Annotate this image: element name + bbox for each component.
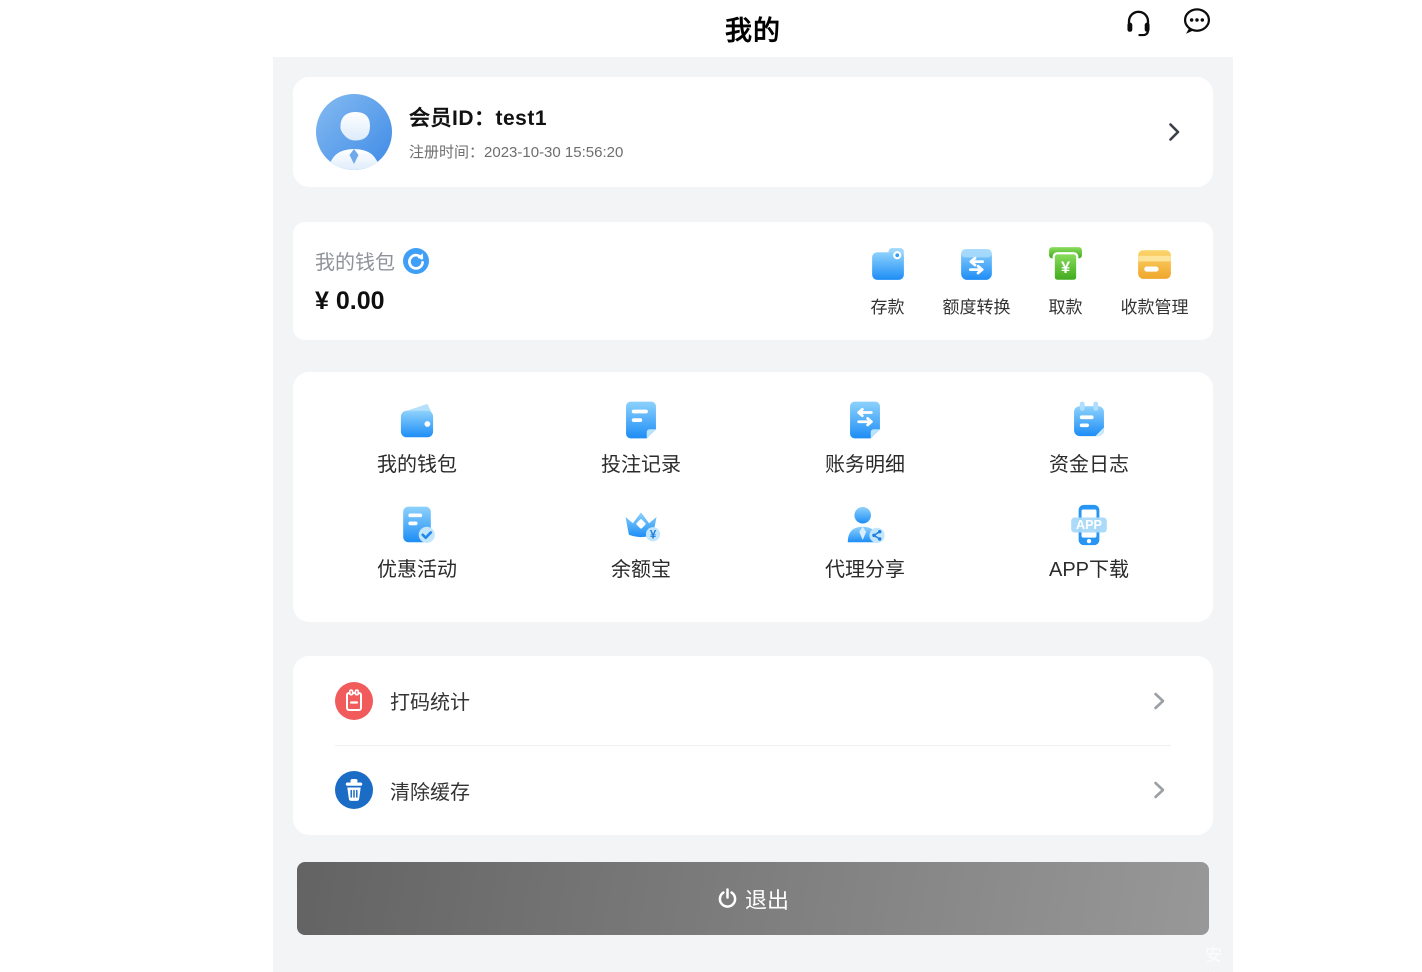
member-id: 会员ID：test1 (409, 102, 623, 132)
feature-grid-card: 我的钱包 投注记录 账务明细 资金日志 优惠活动 ¥ 余额宝 代理分享 APP … (293, 372, 1213, 622)
app-body: 会员ID：test1 注册时间：2023-10-30 15:56:20 我的钱包 (273, 57, 1233, 972)
wallet-action-deposit[interactable]: 存款 (843, 244, 932, 318)
wallet-action-label: 存款 (870, 298, 905, 317)
menu-item-label: 清除缓存 (390, 781, 470, 804)
wallet-action-label: 额度转换 (942, 298, 1011, 317)
wallet-actions: 存款 额度转换 ¥ 取款 收款管理 (843, 244, 1199, 318)
register-time: 注册时间：2023-10-30 15:56:20 (409, 141, 623, 162)
menu-item-clear-cache[interactable]: 清除缓存 (335, 745, 1171, 834)
code-stats-icon (335, 681, 373, 720)
chevron-right-icon[interactable] (1161, 119, 1187, 145)
app-column: 我的 会员ID：test1 注册时间：2023-10-30 15:56:20 我… (273, 0, 1233, 972)
wallet-balance: ¥ 0.00 (315, 287, 385, 315)
register-time-label: 注册时间： (409, 144, 485, 161)
my-wallet-icon (400, 403, 434, 438)
grid-item-yuebao[interactable]: ¥ 余额宝 (529, 502, 753, 607)
menu-card: 打码统计 清除缓存 (293, 656, 1213, 835)
page: 我的 会员ID：test1 注册时间：2023-10-30 15:56:20 我… (0, 0, 1422, 972)
grid-item-label: APP下载 (1048, 559, 1130, 581)
payee-manage-icon (1138, 250, 1171, 279)
headset-icon[interactable] (1123, 6, 1154, 37)
member-id-label: 会员ID： (409, 107, 496, 130)
grid-item-agent-share[interactable]: 代理分享 (753, 502, 977, 607)
clear-cache-icon (335, 771, 373, 809)
wallet-card: 我的钱包 ¥ 0.00 存款 额度转换 ¥ 取款 收款管理 (293, 222, 1213, 340)
account-detail-icon (850, 401, 880, 439)
wallet-title: 我的钱包 (315, 252, 395, 274)
menu-item-code-stats[interactable]: 打码统计 (335, 656, 1171, 745)
avatar (316, 94, 392, 170)
header-icons (1123, 6, 1212, 37)
wallet-action-withdraw[interactable]: ¥ 取款 (1021, 244, 1110, 318)
agent-share-icon (847, 506, 885, 543)
wallet-action-payee-manage[interactable]: 收款管理 (1110, 244, 1199, 318)
withdraw-icon: ¥ (1049, 247, 1082, 283)
user-info: 会员ID：test1 注册时间：2023-10-30 15:56:20 (409, 102, 623, 162)
logout-label: 退出 (744, 887, 789, 913)
svg-text:¥: ¥ (1061, 259, 1071, 277)
app-download-icon: APP (1071, 504, 1107, 546)
grid-item-label: 我的钱包 (377, 454, 457, 476)
refresh-icon[interactable] (403, 247, 429, 274)
bet-record-icon (626, 401, 656, 439)
grid-item-promo-activity[interactable]: 优惠活动 (305, 502, 529, 607)
wallet-summary: 我的钱包 ¥ 0.00 (315, 246, 429, 316)
grid-item-label: 余额宝 (611, 559, 671, 581)
page-title: 我的 (725, 16, 781, 46)
power-icon (718, 888, 737, 908)
chevron-right-icon (1154, 781, 1165, 799)
deposit-icon (872, 248, 904, 280)
register-time-value: 2023-10-30 15:56:20 (484, 144, 624, 161)
grid-item-label: 账务明细 (825, 454, 905, 476)
chevron-right-icon (1154, 692, 1165, 709)
promo-activity-icon (403, 506, 435, 543)
grid-item-bet-record[interactable]: 投注记录 (529, 397, 753, 502)
svg-text:APP: APP (1076, 518, 1102, 532)
watermark-text: 安全 (1205, 946, 1222, 972)
logout-button[interactable]: 退出 (297, 862, 1209, 935)
yuebao-icon: ¥ (625, 512, 661, 542)
grid-item-label: 投注记录 (601, 454, 681, 476)
wallet-action-quota-transfer[interactable]: 额度转换 (932, 244, 1021, 318)
menu-item-label: 打码统计 (390, 692, 470, 714)
grid-item-label: 优惠活动 (377, 559, 457, 581)
grid-item-my-wallet[interactable]: 我的钱包 (305, 397, 529, 502)
chat-icon[interactable] (1181, 6, 1212, 37)
svg-text:¥: ¥ (650, 530, 657, 542)
grid-item-account-detail[interactable]: 账务明细 (753, 397, 977, 502)
grid-item-fund-log[interactable]: 资金日志 (977, 397, 1201, 502)
grid-item-label: 代理分享 (825, 559, 905, 581)
wallet-action-label: 收款管理 (1120, 298, 1189, 317)
user-card[interactable]: 会员ID：test1 注册时间：2023-10-30 15:56:20 (293, 77, 1213, 187)
header: 我的 (273, 0, 1233, 57)
grid-item-app-download[interactable]: APP APP下载 (977, 502, 1201, 607)
grid-item-label: 资金日志 (1049, 454, 1129, 476)
wallet-action-label: 取款 (1048, 298, 1083, 317)
quota-transfer-icon (961, 249, 992, 280)
member-id-value: test1 (495, 107, 548, 130)
fund-log-icon (1074, 401, 1104, 437)
